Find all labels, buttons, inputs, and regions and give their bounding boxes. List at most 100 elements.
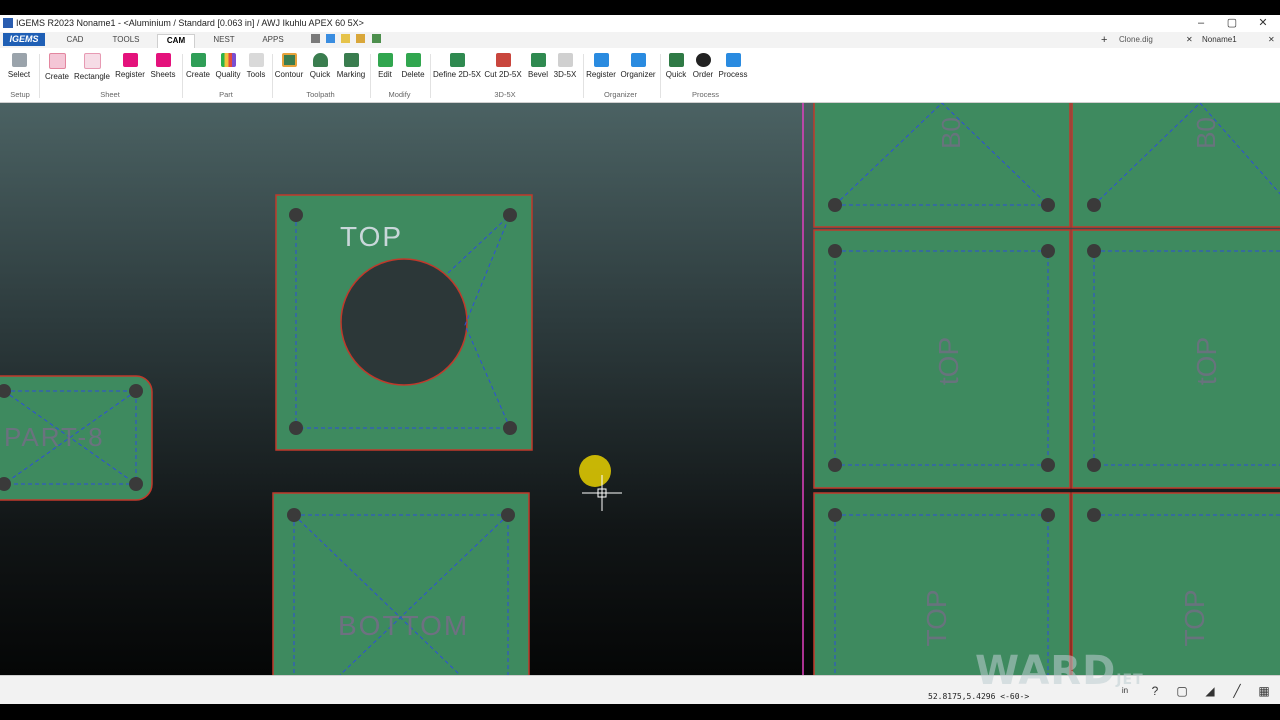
3d-5x-button[interactable]: 3D-5X <box>552 53 578 79</box>
nest-label-bot-1: TOP <box>921 589 952 646</box>
cut-2d5x-button[interactable]: Cut 2D-5X <box>483 53 523 79</box>
select-label: Select <box>7 70 31 79</box>
doc-tab-noname1[interactable]: Noname1 <box>1202 34 1237 46</box>
doc-tab-noname1-close[interactable]: ✕ <box>1268 34 1275 46</box>
tab-cam[interactable]: CAM <box>157 34 195 49</box>
new-document-button[interactable]: + <box>1101 34 1107 46</box>
organizer-register-button[interactable]: Register <box>585 53 617 79</box>
process-quick-button[interactable]: Quick <box>662 53 690 79</box>
nest-label-mid-2: tOP <box>1191 337 1222 385</box>
modify-edit-button[interactable]: Edit <box>372 53 398 79</box>
group-separator <box>182 54 183 98</box>
sheet-create-label: Create <box>44 72 69 81</box>
quick-access-open-icon[interactable] <box>341 34 350 43</box>
part-tools-button[interactable]: Tools <box>243 53 269 79</box>
part-bottom[interactable] <box>272 492 530 675</box>
draw-line-icon[interactable]: ╱ <box>1230 684 1244 698</box>
tab-cad[interactable]: CAD <box>58 34 92 48</box>
organizer-register-icon <box>593 53 609 67</box>
sheet-register-icon <box>122 53 138 67</box>
sheets-button[interactable]: Sheets <box>148 53 178 79</box>
group-separator <box>370 54 371 98</box>
doc-tab-clone-close[interactable]: ✕ <box>1186 34 1193 46</box>
process-quick-icon <box>668 53 684 67</box>
pierce-point <box>501 508 515 522</box>
snap-icon[interactable]: ◢ <box>1203 684 1217 698</box>
group-separator <box>430 54 431 98</box>
part-create-button[interactable]: Create <box>184 53 212 79</box>
cut-2d5x-label: Cut 2D-5X <box>484 70 522 79</box>
organizer-register-label: Register <box>586 70 616 79</box>
toolpath-marking-label: Marking <box>336 70 366 79</box>
process-order-label: Order <box>692 70 714 79</box>
group-separator <box>39 54 40 98</box>
pierce-point <box>828 198 842 212</box>
pierce-point <box>1087 198 1101 212</box>
order-icon <box>695 53 711 67</box>
toolpath-marking-button[interactable]: Marking <box>335 53 367 79</box>
toolpath-contour-label: Contour <box>274 70 304 79</box>
part-create-icon <box>190 53 206 67</box>
cut-2d5x-icon <box>495 53 511 67</box>
sheet-register-button[interactable]: Register <box>114 53 146 79</box>
3d-5x-label: 3D-5X <box>553 70 577 79</box>
nest-part-mid-2[interactable] <box>1071 229 1280 489</box>
tools-icon <box>248 53 264 67</box>
pierce-point <box>828 508 842 522</box>
toolpath-contour-button[interactable]: Contour <box>274 53 304 79</box>
process-order-button[interactable]: Order <box>690 53 716 79</box>
nest-drawing[interactable]: TOP BOTTOM PART-8 B0 B0 tOP tOP TOP TOP <box>0 103 1280 675</box>
sheet-create-button[interactable]: Create <box>42 53 72 81</box>
drawing-canvas[interactable]: TOP BOTTOM PART-8 B0 B0 tOP tOP TOP TOP <box>0 103 1280 675</box>
igems-app: IGEMS R2023 Noname1 - <Aluminium / Stand… <box>0 0 1280 720</box>
sheets-folder-icon <box>155 53 171 67</box>
window-frame-icon[interactable]: ▢ <box>1175 684 1189 698</box>
close-button[interactable]: ✕ <box>1252 16 1274 30</box>
sheet-register-label: Register <box>115 70 145 79</box>
nest-part-top-2[interactable] <box>1071 103 1280 228</box>
minimize-button[interactable]: – <box>1190 16 1212 30</box>
tab-nest[interactable]: NEST <box>206 34 242 48</box>
nest-label-top-1: B0 <box>936 117 966 149</box>
organizer-folder-icon <box>630 53 646 67</box>
part-top-hole[interactable] <box>340 258 468 386</box>
quick-access-folder-icon[interactable] <box>356 34 365 43</box>
toolpath-quick-label: Quick <box>309 70 331 79</box>
pierce-point <box>1041 198 1055 212</box>
group-label-toolpath: Toolpath <box>306 90 335 99</box>
part-create-label: Create <box>185 70 210 79</box>
delete-icon <box>405 53 421 67</box>
tab-apps[interactable]: APPS <box>256 34 290 48</box>
define-2d5x-label: Define 2D-5X <box>432 70 482 79</box>
igems-menu-button[interactable]: IGEMS <box>3 33 45 46</box>
doc-tab-clone[interactable]: Clone.dig <box>1119 34 1153 46</box>
quick-toolpath-icon <box>312 53 328 67</box>
define-2d5x-button[interactable]: Define 2D-5X <box>432 53 482 79</box>
contour-icon <box>281 53 297 67</box>
select-icon <box>11 53 27 67</box>
cursor-highlight <box>579 455 611 487</box>
quick-access-new-icon[interactable] <box>326 34 335 43</box>
quick-access-save-icon[interactable] <box>372 34 381 43</box>
pierce-point <box>1087 458 1101 472</box>
help-icon[interactable]: ? <box>1148 684 1162 698</box>
maximize-button[interactable]: ▢ <box>1221 16 1243 30</box>
toolpath-quick-button[interactable]: Quick <box>306 53 334 79</box>
modify-edit-label: Edit <box>378 70 392 79</box>
nest-label-top-2: B0 <box>1191 117 1221 149</box>
quick-access-grid-icon[interactable] <box>311 34 320 43</box>
organizer-button[interactable]: Organizer <box>620 53 656 79</box>
3d-5x-icon <box>557 53 573 67</box>
tab-tools[interactable]: TOOLS <box>106 34 146 48</box>
modify-delete-button[interactable]: Delete <box>399 53 427 79</box>
process-button[interactable]: Process <box>717 53 749 79</box>
grid-icon[interactable]: ▦ <box>1257 684 1271 698</box>
part-quality-button[interactable]: Quality <box>214 53 242 79</box>
modify-delete-label: Delete <box>401 70 425 79</box>
select-button[interactable]: Select <box>4 53 34 79</box>
part-tools-label: Tools <box>246 70 266 79</box>
watermark-text: WARD <box>975 648 1117 694</box>
sheet-rectangle-button[interactable]: Rectangle <box>73 53 111 81</box>
quality-bars-icon <box>220 53 236 67</box>
bevel-button[interactable]: Bevel <box>524 53 552 79</box>
